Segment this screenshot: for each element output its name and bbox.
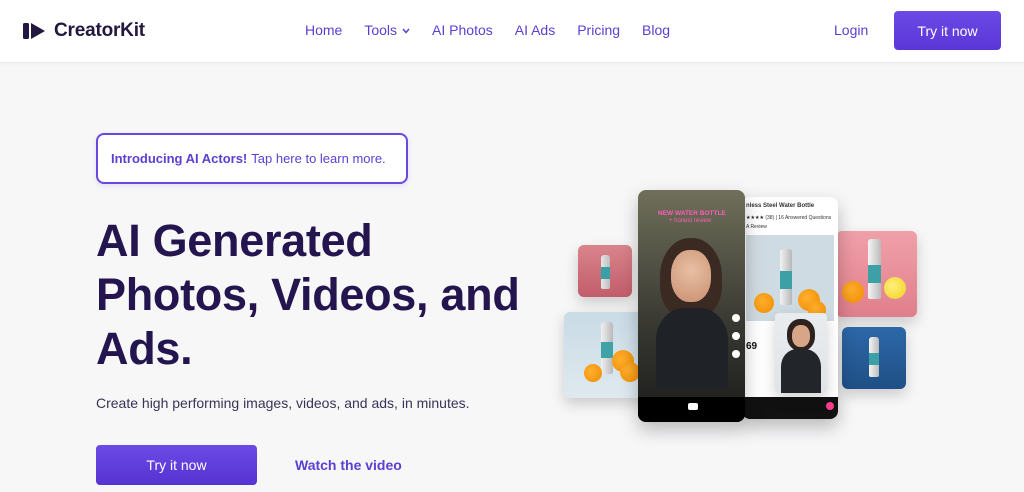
header-try-it-now-button[interactable]: Try it now	[894, 11, 1001, 50]
announcement-banner[interactable]: Introducing AI Actors! Tap here to learn…	[96, 133, 408, 184]
hero-title: AI Generated Photos, Videos, and Ads.	[96, 214, 566, 376]
site-header: CreatorKit Home Tools AI Photos AI Ads P…	[0, 0, 1024, 63]
nav-home[interactable]: Home	[305, 22, 342, 38]
brand-logo[interactable]: CreatorKit	[23, 20, 145, 42]
product-price: 69	[746, 341, 758, 352]
product-image-pink-large	[836, 231, 917, 317]
product-title: nless Steel Water Bottle	[746, 203, 815, 209]
nav-ai-photos[interactable]: AI Photos	[432, 22, 493, 38]
product-image-blue-oranges	[564, 312, 649, 398]
brand-name: CreatorKit	[54, 20, 145, 41]
product-rating: ★★★★ (38) | 16 Answered Questions	[746, 215, 832, 221]
chevron-down-icon	[402, 26, 410, 36]
hero-title-line: AI Generated	[96, 215, 373, 266]
product-image-pink-small	[578, 245, 632, 297]
main-nav: Home Tools AI Photos AI Ads Pricing Blog	[305, 22, 692, 38]
review-label: A Review	[746, 224, 767, 230]
ugc-video-inset	[775, 313, 827, 393]
nav-tools-label: Tools	[364, 22, 398, 38]
login-link[interactable]: Login	[834, 22, 868, 38]
watch-video-link[interactable]: Watch the video	[295, 457, 402, 473]
play-logo-icon	[23, 23, 45, 39]
product-image-blue	[842, 327, 906, 389]
hero-try-it-now-button[interactable]: Try it now	[96, 445, 257, 485]
nav-ai-ads[interactable]: AI Ads	[515, 22, 555, 38]
nav-tools[interactable]: Tools	[364, 22, 410, 38]
video-ad-phone: NEW WATER BOTTLE + honest review	[638, 190, 745, 422]
nav-blog[interactable]: Blog	[642, 22, 670, 38]
video-caption-line2: + honest review	[669, 218, 712, 224]
nav-pricing[interactable]: Pricing	[577, 22, 620, 38]
rating-text: (38) | 16 Answered Questions	[765, 215, 832, 221]
hero-subtitle: Create high performing images, videos, a…	[96, 395, 470, 411]
hero-title-line: Photos, Videos, and	[96, 269, 520, 320]
hero-title-line: Ads.	[96, 323, 193, 374]
announcement-text: Tap here to learn more.	[251, 151, 386, 166]
announcement-strong: Introducing AI Actors!	[111, 151, 248, 166]
video-caption-line1: NEW WATER BOTTLE	[658, 210, 726, 217]
